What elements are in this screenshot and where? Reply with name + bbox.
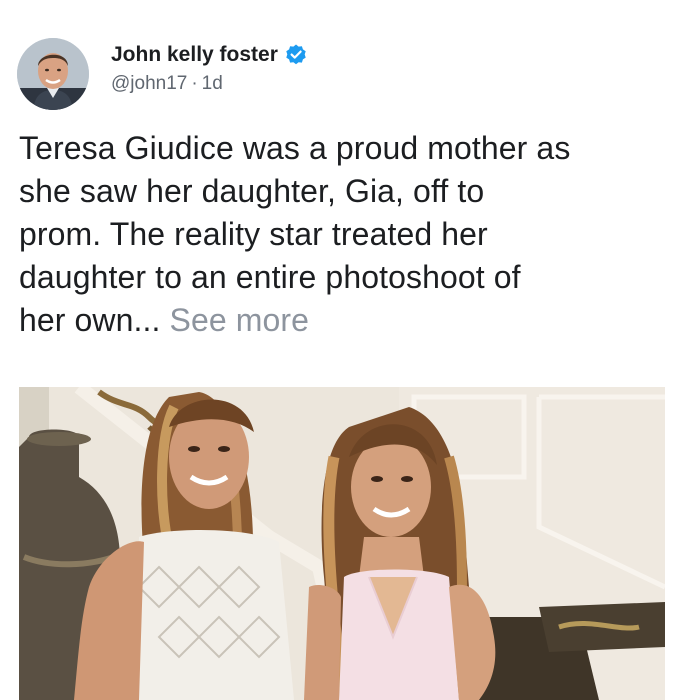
post-text-line: daughter to an entire photoshoot of xyxy=(19,259,521,295)
meta-separator: · xyxy=(191,73,198,94)
post-meta: @john17 · 1d xyxy=(111,73,308,95)
post-photo[interactable] xyxy=(19,387,665,700)
post-header: John kelly foster @john17 · 1d xyxy=(17,38,677,110)
verified-badge-icon xyxy=(284,43,308,67)
author-name-row: John kelly foster xyxy=(111,41,308,69)
photo-icon xyxy=(19,387,665,700)
profile-photo-icon xyxy=(17,38,89,110)
post-text-line: her own... xyxy=(19,302,161,338)
social-post: John kelly foster @john17 · 1d Teresa Giud… xyxy=(0,0,700,700)
author-name[interactable]: John kelly foster xyxy=(111,43,278,67)
post-text-line-last: her own... See more xyxy=(19,299,689,342)
post-text-line: prom. The reality star treated her xyxy=(19,216,488,252)
post-text: Teresa Giudice was a proud mother as she… xyxy=(19,127,689,342)
post-timestamp[interactable]: 1d xyxy=(202,73,223,94)
post-text-line: Teresa Giudice was a proud mother as xyxy=(19,130,571,166)
author-info: John kelly foster @john17 · 1d xyxy=(111,41,308,95)
author-handle[interactable]: @john17 xyxy=(111,73,187,94)
see-more-link[interactable]: See more xyxy=(170,302,310,338)
author-avatar[interactable] xyxy=(17,38,89,110)
post-text-line: she saw her daughter, Gia, off to xyxy=(19,173,485,209)
